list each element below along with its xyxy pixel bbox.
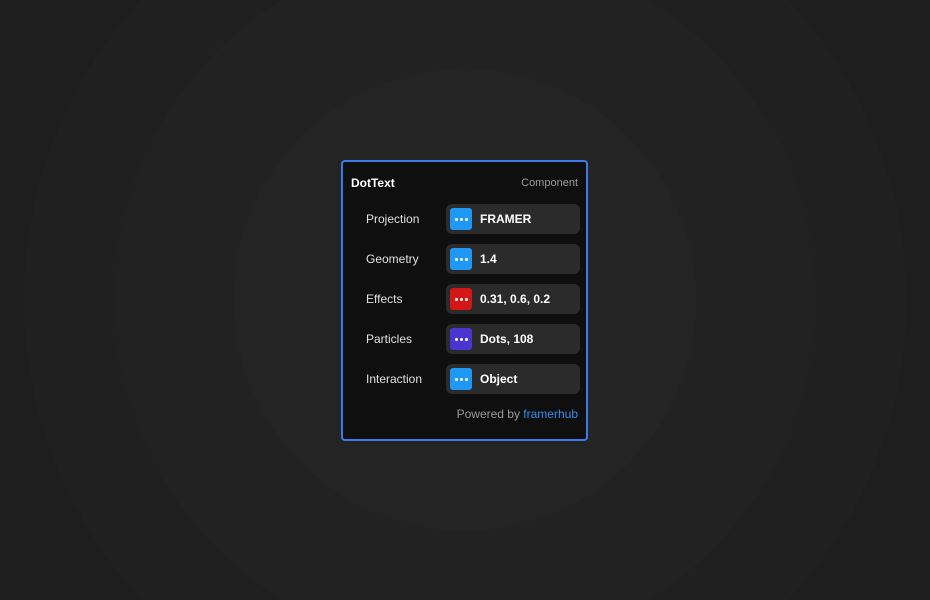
property-value: FRAMER [480, 212, 532, 226]
property-control-geometry[interactable]: 1.4 [446, 244, 580, 274]
property-row-effects: Effects 0.31, 0.6, 0.2 [343, 284, 586, 314]
property-label: Effects [366, 292, 403, 306]
property-row-interaction: Interaction Object [343, 364, 586, 394]
component-panel: DotText Component Projection FRAMER Geom… [341, 160, 588, 441]
framerhub-link[interactable]: framerhub [523, 407, 578, 421]
panel-title: DotText [351, 176, 395, 190]
property-list: Projection FRAMER Geometry 1.4 Effects 0… [343, 204, 586, 404]
more-dots-icon[interactable] [450, 288, 472, 310]
panel-type-label: Component [521, 177, 578, 189]
property-label: Projection [366, 212, 420, 226]
property-value: 1.4 [480, 252, 497, 266]
property-control-effects[interactable]: 0.31, 0.6, 0.2 [446, 284, 580, 314]
property-label: Interaction [366, 372, 423, 386]
property-row-geometry: Geometry 1.4 [343, 244, 586, 274]
property-label: Particles [366, 332, 413, 346]
property-control-particles[interactable]: Dots, 108 [446, 324, 580, 354]
property-value: Object [480, 372, 518, 386]
property-row-projection: Projection FRAMER [343, 204, 586, 234]
more-dots-icon[interactable] [450, 328, 472, 350]
property-row-particles: Particles Dots, 108 [343, 324, 586, 354]
powered-by-text: Powered by [456, 407, 524, 421]
property-control-projection[interactable]: FRAMER [446, 204, 580, 234]
property-value: Dots, 108 [480, 332, 534, 346]
more-dots-icon[interactable] [450, 208, 472, 230]
property-control-interaction[interactable]: Object [446, 364, 580, 394]
panel-header: DotText Component [351, 174, 578, 192]
property-label: Geometry [366, 252, 419, 266]
powered-by-footer: Powered by framerhub [457, 407, 578, 421]
more-dots-icon[interactable] [450, 368, 472, 390]
property-value: 0.31, 0.6, 0.2 [480, 292, 551, 306]
more-dots-icon[interactable] [450, 248, 472, 270]
